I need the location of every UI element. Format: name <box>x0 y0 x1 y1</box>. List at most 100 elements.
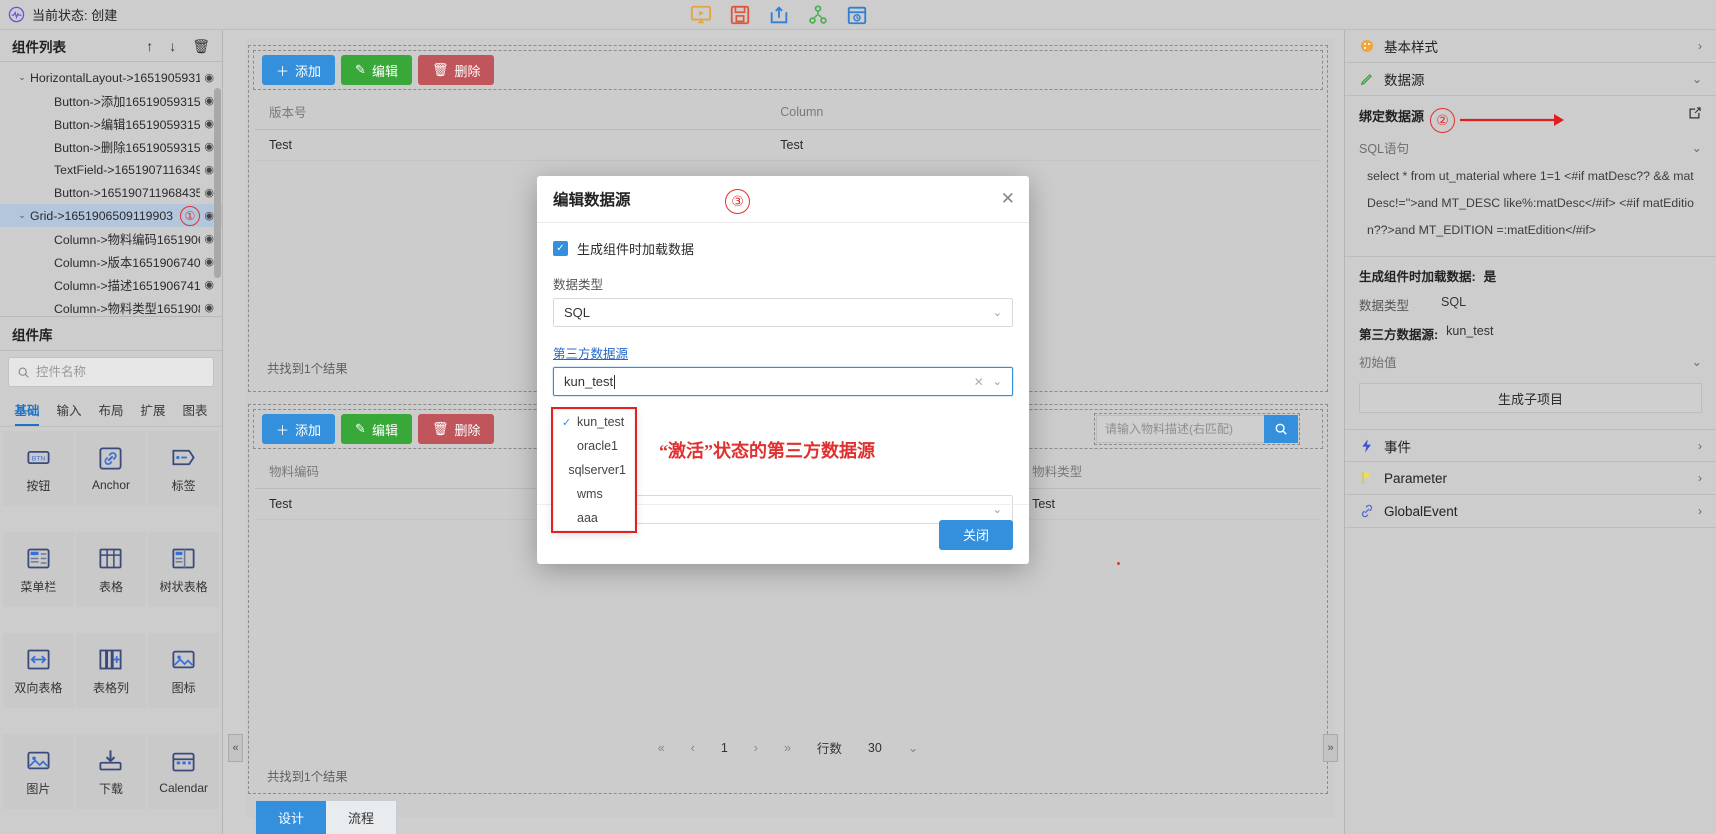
tree-item[interactable]: TextField->1651907116349831◉ <box>0 158 222 181</box>
tab-flow[interactable]: 流程 <box>326 801 396 834</box>
history-icon[interactable] <box>846 4 868 26</box>
library-component-item[interactable]: Anchor <box>75 431 147 506</box>
material-search[interactable] <box>1094 413 1300 445</box>
library-tab[interactable]: 图表 <box>174 393 216 426</box>
section-parameter[interactable]: Parameter › <box>1345 462 1716 495</box>
tree-item[interactable]: ⌄ Grid->1651906509119903 ① ◉ <box>0 204 222 227</box>
edit-button-2[interactable]: ✎ 编辑 <box>341 414 412 444</box>
tree-item[interactable]: Button->1651907119684354 ◉ <box>0 181 222 204</box>
third-party-ds-select[interactable]: kun_test ✕ ⌄ <box>553 367 1013 396</box>
dropdown-option[interactable]: aaa <box>554 506 634 530</box>
initial-value-header[interactable]: 初始值 ⌄ <box>1345 348 1716 375</box>
delete-icon[interactable]: 🗑 <box>192 39 210 53</box>
chevron-down-icon[interactable]: ⌄ <box>14 210 30 221</box>
load-on-generate-row[interactable]: ✓ 生成组件时加载数据 <box>553 239 1013 258</box>
tree-item[interactable]: Button->删除165190593151838◉ <box>0 135 222 158</box>
move-down-icon[interactable]: ↓ <box>169 39 176 53</box>
page-prev-button[interactable]: ‹ <box>691 741 695 755</box>
chevron-down-icon[interactable]: ⌄ <box>908 740 918 755</box>
eye-icon[interactable]: ◉ <box>200 209 214 222</box>
library-component-item[interactable]: Calendar <box>148 734 219 809</box>
library-component-item[interactable]: 双向表格 <box>3 633 74 708</box>
table-column-header[interactable]: 物料类型 <box>1018 453 1321 489</box>
eye-icon[interactable]: ◉ <box>200 94 214 107</box>
chevron-down-icon[interactable]: ⌄ <box>14 72 30 83</box>
tree-item[interactable]: Column->版本16519067404443◉ <box>0 250 222 273</box>
library-tab[interactable]: 扩展 <box>132 393 174 426</box>
eye-icon[interactable]: ◉ <box>200 186 214 199</box>
tree-item[interactable]: ⌄ HorizontalLayout->165190593151 ◉ <box>0 66 222 89</box>
eye-icon[interactable]: ◉ <box>200 278 214 291</box>
dialog-close-button[interactable]: 关闭 <box>938 519 1013 550</box>
section-globalevent[interactable]: GlobalEvent › <box>1345 495 1716 528</box>
move-up-icon[interactable]: ↑ <box>146 39 153 53</box>
eye-icon[interactable]: ◉ <box>200 140 214 153</box>
table-column-header[interactable]: 物料编码 <box>255 453 558 489</box>
dropdown-option[interactable]: ✓ kun_test <box>554 410 634 434</box>
library-tab[interactable]: 基础 <box>6 393 48 426</box>
dropdown-option[interactable]: sqlserver1 <box>554 458 634 482</box>
flow-icon[interactable] <box>807 4 829 26</box>
library-component-item[interactable]: 标签 <box>148 431 219 506</box>
load-on-generate-checkbox[interactable]: ✓ <box>553 241 568 256</box>
section-events[interactable]: 事件 › <box>1345 429 1716 462</box>
collapse-right-handle[interactable]: » <box>1323 734 1338 762</box>
material-search-button[interactable] <box>1264 415 1298 443</box>
delete-button-1[interactable]: 🗑 删除 <box>417 55 495 85</box>
dropdown-option[interactable]: wms <box>554 482 634 506</box>
sql-statement-header[interactable]: SQL语句 ⌄ <box>1345 134 1716 161</box>
table-column-header[interactable]: Column <box>766 94 1321 130</box>
dropdown-option[interactable]: oracle1 <box>554 434 634 458</box>
library-component-item[interactable]: BTN 按钮 <box>3 431 74 506</box>
tree-item[interactable]: Button->编辑165190593151793◉ <box>0 112 222 135</box>
library-tab[interactable]: 布局 <box>90 393 132 426</box>
tree-item[interactable]: Column->物料编码1651906739◉ <box>0 227 222 250</box>
library-search-input[interactable] <box>36 365 205 379</box>
library-component-item[interactable]: 图标 <box>148 633 219 708</box>
table-row[interactable]: Test Test <box>255 129 1321 161</box>
eye-icon[interactable]: ◉ <box>200 163 214 176</box>
eye-icon[interactable]: ◉ <box>200 301 214 314</box>
section1-grid[interactable]: 版本号 Column Test Test <box>255 94 1321 161</box>
section-basic-style[interactable]: 基本样式 › <box>1345 30 1716 63</box>
library-component-item[interactable]: 下载 <box>75 734 147 809</box>
page-number[interactable]: 1 <box>721 741 728 755</box>
eye-icon[interactable]: ◉ <box>200 232 214 245</box>
tab-design[interactable]: 设计 <box>256 801 327 834</box>
eye-icon[interactable]: ◉ <box>200 71 214 84</box>
eye-icon[interactable]: ◉ <box>200 255 214 268</box>
delete-button-2[interactable]: 🗑 删除 <box>417 414 495 444</box>
add-button-1[interactable]: ＋ 添加 <box>262 55 336 85</box>
rows-value[interactable]: 30 <box>868 741 882 755</box>
material-search-input[interactable] <box>1096 415 1264 443</box>
add-button-2[interactable]: ＋ 添加 <box>262 414 336 444</box>
tree-item[interactable]: Column->描述16519067415464◉ <box>0 273 222 296</box>
tree-item[interactable]: Button->添加165190593151748◉ <box>0 89 222 112</box>
library-tab[interactable]: 输入 <box>48 393 90 426</box>
library-component-item[interactable]: 图片 <box>3 734 74 809</box>
clear-icon[interactable]: ✕ <box>974 375 984 389</box>
library-component-item[interactable]: 表格列 <box>75 633 147 708</box>
page-first-button[interactable]: « <box>658 741 665 755</box>
library-search-box[interactable] <box>8 357 214 387</box>
save-icon[interactable] <box>729 4 751 26</box>
export-icon[interactable] <box>768 4 790 26</box>
tree-item[interactable]: Column->物料类型1651908166◉ <box>0 296 222 316</box>
generate-subproject-button[interactable]: 生成子项目 <box>1359 383 1702 413</box>
collapse-left-handle[interactable]: « <box>228 734 243 762</box>
library-component-item[interactable]: 表格 <box>75 532 147 607</box>
table-column-header[interactable]: 版本号 <box>255 94 767 130</box>
tree-scrollbar[interactable] <box>214 88 221 278</box>
library-component-item[interactable]: 树状表格 <box>148 532 219 607</box>
section-datasource[interactable]: 数据源 ⌄ <box>1345 63 1716 96</box>
edit-button-1[interactable]: ✎ 编辑 <box>341 55 412 85</box>
edit-datasource-button[interactable] <box>1687 106 1702 124</box>
chevron-down-icon[interactable]: ⌄ <box>993 375 1002 388</box>
page-next-button[interactable]: › <box>754 741 758 755</box>
close-icon[interactable]: ✕ <box>1001 190 1015 207</box>
preview-icon[interactable] <box>690 4 712 26</box>
page-last-button[interactable]: » <box>784 741 791 755</box>
data-type-select[interactable]: SQL ⌄ <box>553 298 1013 327</box>
library-component-item[interactable]: 菜单栏 <box>3 532 74 607</box>
eye-icon[interactable]: ◉ <box>200 117 214 130</box>
